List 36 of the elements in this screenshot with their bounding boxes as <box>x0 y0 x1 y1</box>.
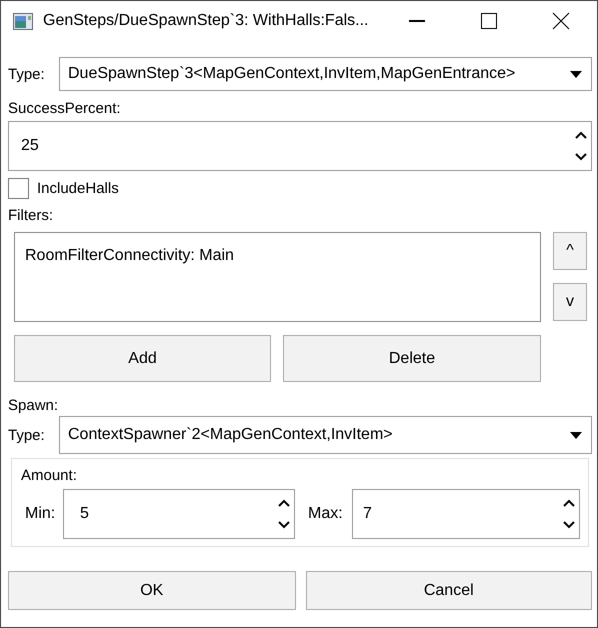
spin-up-icon <box>278 499 290 507</box>
spawn-label: Spawn: <box>8 397 58 414</box>
ok-button[interactable]: OK <box>8 571 296 610</box>
include-halls-checkbox[interactable] <box>8 178 29 199</box>
spin-up-icon <box>563 499 575 507</box>
type-label: Type: <box>8 426 46 444</box>
delete-button[interactable]: Delete <box>283 335 541 382</box>
min-field[interactable]: 5 <box>63 489 295 539</box>
app-icon <box>13 12 33 30</box>
min-label: Min: <box>24 505 56 523</box>
success-percent-field[interactable]: 25 <box>8 121 592 171</box>
maximize-icon <box>480 12 498 30</box>
spin-down-icon <box>563 521 575 529</box>
success-percent-label: SuccessPercent: <box>8 100 121 117</box>
cancel-button[interactable]: Cancel <box>306 571 592 610</box>
max-field[interactable]: 7 <box>352 489 580 539</box>
close-icon <box>552 12 570 30</box>
dropdown-caret-icon <box>569 430 583 440</box>
type-dropdown[interactable]: ContextSpawner`2<MapGenContext,InvItem> <box>59 416 592 454</box>
minimize-icon <box>409 20 425 22</box>
type-label: Type: <box>8 66 46 82</box>
type-dropdown[interactable]: DueSpawnStep`3<MapGenContext,InvItem,MapGenEntrance> <box>59 57 592 91</box>
filter-item[interactable]: RoomFilterConnectivity: Main <box>25 247 530 265</box>
dropdown-caret-icon <box>569 70 583 78</box>
amount-label: Amount: <box>21 466 77 484</box>
move-up-button[interactable]: ^ <box>553 232 587 270</box>
spin-down-icon <box>278 521 290 529</box>
filters-list[interactable]: RoomFilterConnectivity: Main <box>14 232 541 322</box>
spin-up-icon <box>575 131 587 139</box>
spin-down-icon <box>575 153 587 161</box>
max-label: Max: <box>308 505 344 523</box>
include-halls-label: IncludeHalls <box>37 180 119 197</box>
add-button[interactable]: Add <box>14 335 271 382</box>
move-down-button[interactable]: v <box>553 283 587 321</box>
window-title: GenSteps/DueSpawnStep`3: WithHalls:Fals... <box>43 12 370 30</box>
filters-label: Filters: <box>8 207 53 224</box>
